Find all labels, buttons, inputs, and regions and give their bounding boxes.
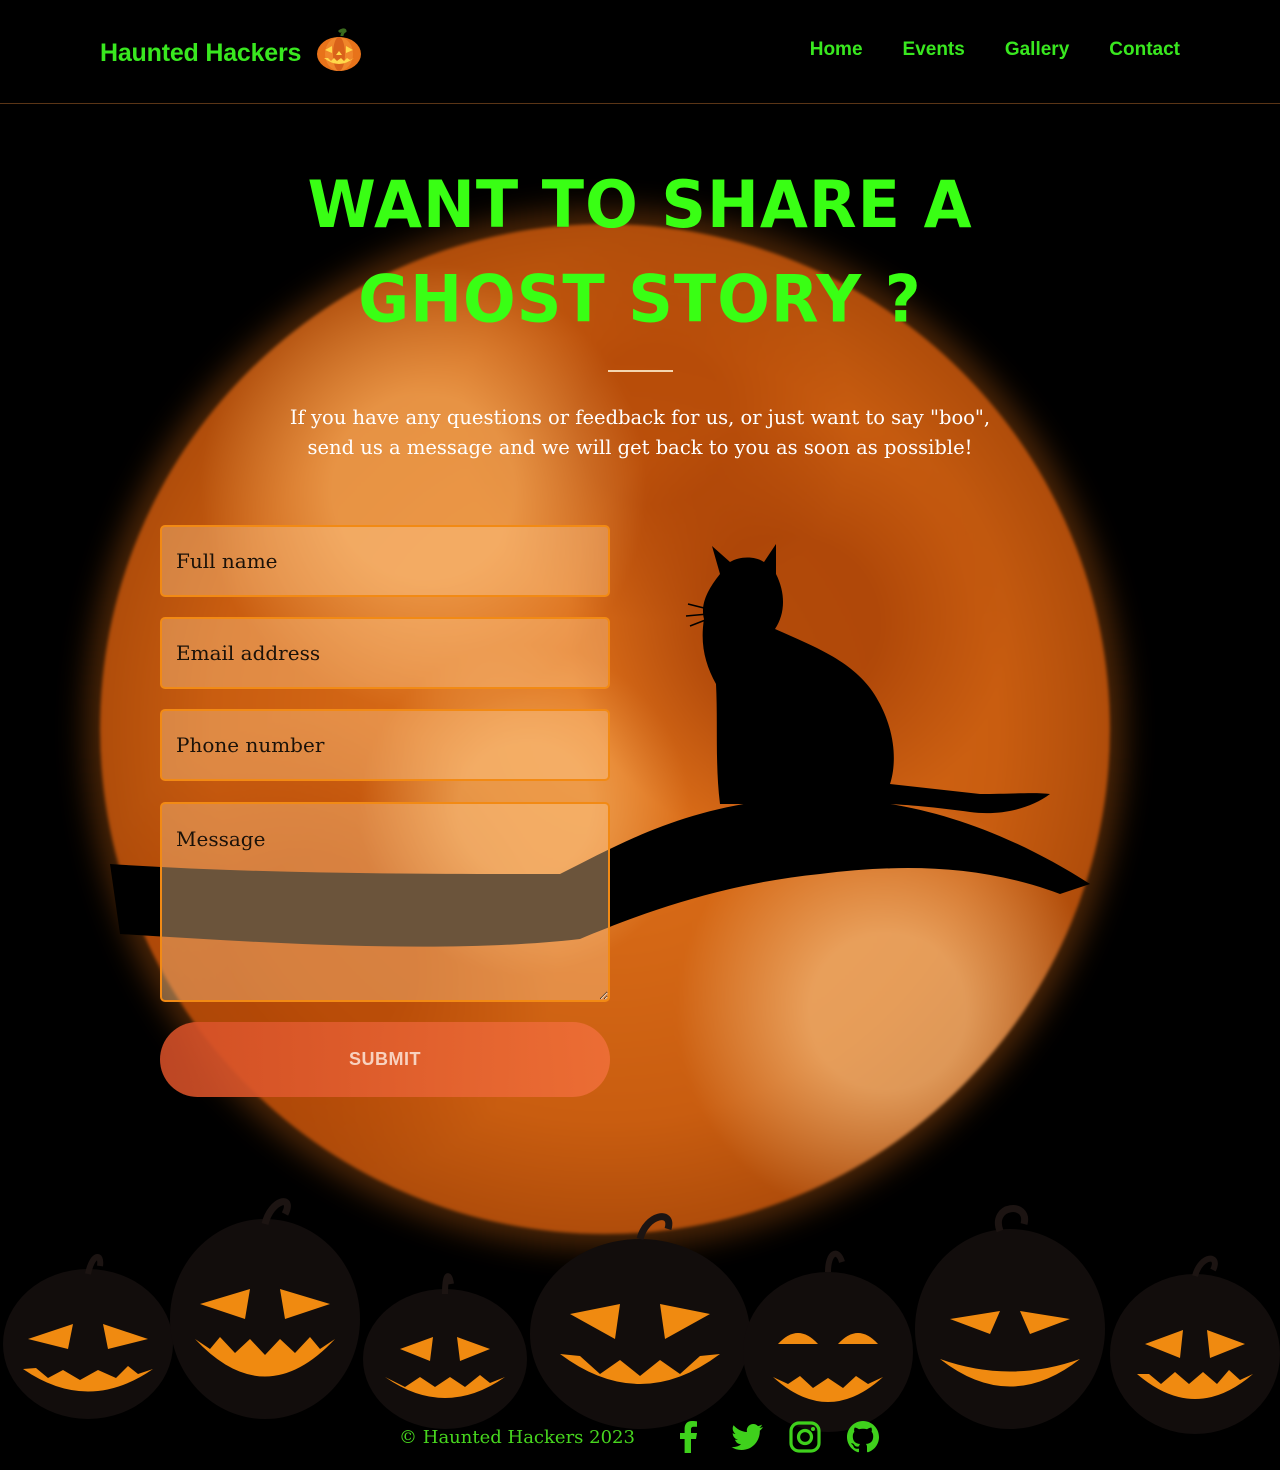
- title-divider: [608, 370, 673, 372]
- nav-contact[interactable]: Contact: [1109, 39, 1180, 61]
- main-nav: Home Events Gallery Contact: [810, 39, 1180, 61]
- email-input[interactable]: [160, 617, 610, 689]
- brand-logo[interactable]: Haunted Hackers: [100, 28, 363, 72]
- submit-button[interactable]: SUBMIT: [160, 1022, 610, 1097]
- page-title: Want to share a ghost story ?: [307, 165, 973, 338]
- facebook-icon[interactable]: [671, 1419, 707, 1455]
- nav-home[interactable]: Home: [810, 39, 863, 61]
- full-name-input[interactable]: [160, 525, 610, 597]
- github-icon[interactable]: [845, 1419, 881, 1455]
- phone-input[interactable]: [160, 709, 610, 781]
- nav-gallery[interactable]: Gallery: [1005, 39, 1069, 61]
- jack-o-lantern-icon: [315, 28, 363, 72]
- brand-name: Haunted Hackers: [100, 38, 302, 67]
- nav-events[interactable]: Events: [903, 39, 965, 61]
- message-textarea[interactable]: [160, 802, 610, 1002]
- copyright-text: © Haunted Hackers 2023: [399, 1426, 635, 1448]
- social-links: [671, 1419, 881, 1455]
- instagram-icon[interactable]: [787, 1419, 823, 1455]
- twitter-icon[interactable]: [729, 1419, 765, 1455]
- intro-line-2: send us a message and we will get back t…: [307, 436, 973, 459]
- intro-text: If you have any questions or feedback fo…: [260, 403, 1020, 463]
- site-header: Haunted Hackers Home Events Gallery Cont…: [0, 0, 1280, 104]
- intro-line-1: If you have any questions or feedback fo…: [289, 406, 991, 429]
- pumpkins-row: [3, 1198, 1280, 1434]
- site-footer: © Haunted Hackers 2023: [0, 1412, 1280, 1462]
